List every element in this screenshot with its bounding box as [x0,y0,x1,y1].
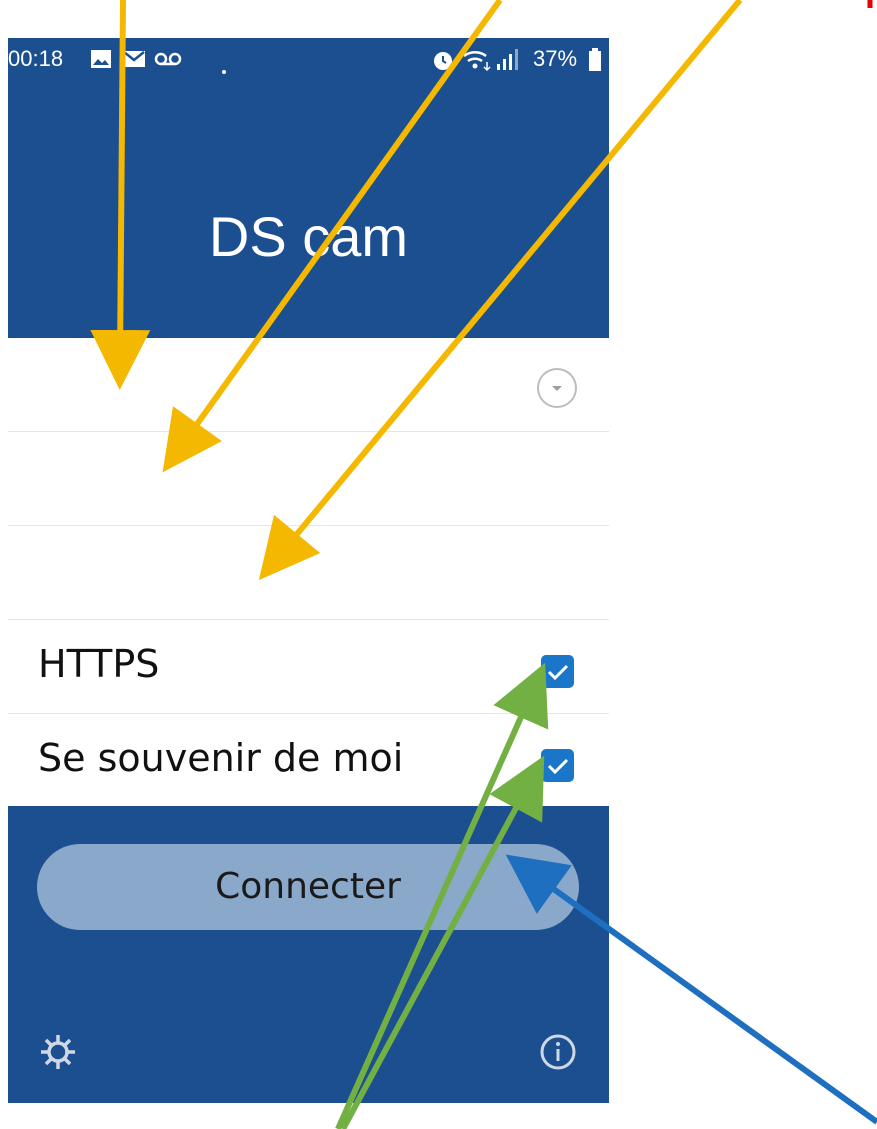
voicemail-icon [154,48,182,76]
remember-row[interactable]: Se souvenir de moi [8,714,609,807]
app-title: DS cam [208,205,409,268]
address-field[interactable] [8,338,609,432]
username-field[interactable] [8,432,609,526]
info-icon[interactable] [538,1032,578,1076]
remember-label: Se souvenir de moi [38,736,404,780]
dot-icon [221,56,227,81]
image-icon [90,48,112,76]
alarm-icon [431,48,455,78]
mail-icon [122,48,146,76]
battery-icon [588,48,602,78]
phone-screen: 00:18 37% DS cam HTTPS Se souvenir de mo… [8,38,609,1103]
connect-label: Connecter [215,866,401,907]
status-bar: 00:18 37% [8,38,609,84]
remember-checkbox[interactable] [541,749,574,782]
https-checkbox[interactable] [541,655,574,688]
password-field[interactable] [8,526,609,620]
status-time: 00:18 [8,46,64,71]
footer: Connecter [8,806,609,1103]
https-row[interactable]: HTTPS [8,620,609,714]
https-label: HTTPS [38,642,160,686]
battery-percent: 37% [533,46,578,71]
app-header: DS cam [8,84,609,338]
dropdown-icon[interactable] [537,368,577,408]
signal-icon [496,48,522,78]
wifi-icon [462,48,492,78]
connect-button[interactable]: Connecter [37,844,579,930]
gear-icon[interactable] [38,1032,78,1076]
